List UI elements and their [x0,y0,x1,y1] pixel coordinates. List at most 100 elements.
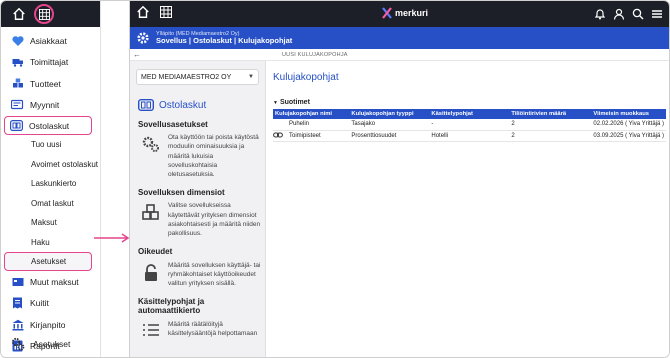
company-select-value: MED MEDIAMAESTRO2 OY [141,73,232,81]
heart-icon [11,34,24,47]
gear-icon [137,32,149,44]
block-description: Määritä räätälöityjä käsittelysääntöjä h… [168,320,258,337]
sidebar-nav: Asiakkaat Toimittajat Tuotteet Myynnit O… [1,30,100,357]
table-cell: 2 [509,119,592,131]
sidebar-item-muut-maksut[interactable]: Muut maksut [1,271,100,293]
company-select[interactable]: MED MEDIAMAESTRO2 OY ▼ [136,69,259,85]
new-template-link[interactable]: UUSI KULUJAKOPOHJA [282,52,348,58]
sidebar-subitem-avoimet-ostolaskut[interactable]: Avoimet ostolaskut [1,155,100,175]
sales-icon [11,99,24,112]
back-arrow-icon[interactable]: ← [130,50,144,59]
sidebar-item-myynnit[interactable]: Myynnit [1,95,100,117]
sidebar-item-label: Kirjanpito [30,319,66,330]
table-cell: Hotelli [429,130,510,142]
pointer-arrow [94,233,130,243]
sidebar-subitem-laskunkierto[interactable]: Laskunkierto [1,174,100,194]
main-window: merkuri Ylläpito (MED Mediamaestro2 Oy) … [129,1,669,357]
grid-icon[interactable] [160,5,172,23]
section-title: Ostolaskut [138,99,265,111]
sidebar-item-label: Toimittajat [30,57,69,68]
page-title: Kulujakopohjat [273,72,339,83]
sidebar-item-kuitit[interactable]: Kuitit [1,293,100,315]
sidebar-item-asiakkaat[interactable]: Asiakkaat [1,30,100,52]
sidebar-subitem-haku[interactable]: Haku [1,233,100,253]
column-header[interactable]: Kulujakopohjan nimi [273,109,350,119]
table-row[interactable]: Puhelin Tasajako - 2 02.02.2026 ( Yiva Y… [273,119,666,131]
truck-icon [11,56,24,69]
user-icon[interactable] [613,7,625,25]
sidebar-subitem-maksut[interactable]: Maksut [1,213,100,233]
home-icon[interactable] [136,5,150,24]
apps-grid-button[interactable] [34,4,54,24]
sidebar-item-tuotteet[interactable]: Tuotteet [1,73,100,95]
sidebar-subitem-asetukset[interactable]: Asetukset [4,252,92,271]
cubes-icon [138,201,164,221]
sidebar-item-label: Asiakkaat [30,35,67,46]
block-description: Valitse sovellukseissa käytettävät yrity… [168,202,261,238]
payments-icon [11,275,24,288]
templates-block[interactable]: Määritä räätälöityjä käsittelysääntöjä h… [138,320,265,340]
sidebar-item-kirjanpito[interactable]: Kirjanpito [1,314,100,336]
bell-icon[interactable] [594,7,606,25]
sidebar-item-label: Ostolaskut [29,120,70,131]
merkuri-logo-icon [382,7,392,19]
sidebar-item-ostolaskut[interactable]: Ostolaskut [4,116,92,135]
bank-icon [11,318,24,331]
content-area: Kulujakopohjat ▼ Suotimet Kulujakopohjan… [267,61,669,357]
top-bar: merkuri [130,1,669,27]
block-heading-sovellusasetukset[interactable]: Sovellusasetukset [138,120,265,129]
organization-label: Ylläpito (MED Mediamaestro2 Oy) [156,30,240,37]
sub-toolbar: ← UUSI KULUJAKOPOHJA [130,49,669,61]
invoice-icon [138,99,154,111]
sidebar-topbar [1,1,100,27]
filter-toggle[interactable]: ▼ Suotimet [273,99,669,106]
home-icon[interactable] [10,5,28,23]
table-row[interactable]: Toimipisteet Prosenttiosuudet Hotelli 2 … [273,130,666,142]
sidebar-subitem-omat-laskut[interactable]: Omat laskut [1,194,100,214]
sidebar-item-label: Myynnit [30,100,60,111]
gears-icon [138,133,164,153]
link-icon[interactable] [273,131,283,139]
settings-block[interactable]: Ota käyttöön tai poista käytöstä moduuli… [138,133,265,179]
sidebar-settings-item[interactable]: Asetukset [1,335,100,353]
row-icon-cell [273,130,287,142]
app-frame: Asiakkaat Toimittajat Tuotteet Myynnit O… [0,0,670,358]
search-icon[interactable] [632,7,644,25]
block-heading-oikeudet[interactable]: Oikeudet [138,247,265,256]
block-heading-dimensiot[interactable]: Sovelluksen dimensiot [138,188,265,197]
lock-icon [138,261,164,281]
gears-icon [11,337,25,351]
chevron-down-icon: ▼ [248,74,254,80]
block-description: Määritä sovelluksen käyttäjä- tai ryhmäk… [168,261,261,287]
column-header[interactable]: Käsittelypohjat [429,109,510,119]
table-cell: - [429,119,510,131]
templates-table: Kulujakopohjan nimi Kulujakopohjan tyypp… [273,109,666,142]
sidebar-item-label: Muut maksut [30,276,79,287]
left-sidebar: Asiakkaat Toimittajat Tuotteet Myynnit O… [1,1,101,357]
permissions-block[interactable]: Määritä sovelluksen käyttäjä- tai ryhmäk… [138,261,265,289]
settings-panel: MED MEDIAMAESTRO2 OY ▼ Ostolaskut Sovell… [130,61,266,357]
block-heading-kasittelypohjat[interactable]: Käsittelypohjat ja automaattikierto [138,297,265,315]
row-icon-cell [273,119,287,131]
menu-icon[interactable] [651,7,663,25]
block-description: Ota käyttöön tai poista käytöstä moduuli… [168,134,259,179]
dimensions-block[interactable]: Valitse sovellukseissa käytettävät yrity… [138,201,265,238]
column-header[interactable]: Tiliöintirivien määrä [509,109,592,119]
sidebar-settings-label: Asetukset [33,339,71,349]
brand-name: merkuri [395,8,429,18]
grid-icon [38,8,50,20]
table-cell: Tasajako [349,119,430,131]
sidebar-item-toimittajat[interactable]: Toimittajat [1,52,100,74]
caret-down-icon: ▼ [273,99,278,106]
sidebar-item-label: Kuitit [30,298,49,309]
column-header[interactable]: Viimeisin muokkaus [591,109,666,119]
table-cell: Toimipisteet [287,130,350,142]
breadcrumb: Sovellus | Ostolaskut | Kulujakopohjat [156,35,293,45]
column-header[interactable]: Kulujakopohjan tyyppi [349,109,430,119]
sidebar-subitem-tuo-uusi[interactable]: Tuo uusi [1,135,100,155]
table-cell: Puhelin [287,119,350,131]
invoice-icon [10,119,23,132]
table-cell: 2 [509,130,592,142]
table-cell: Prosenttiosuudet [349,130,430,142]
app-header: Ylläpito (MED Mediamaestro2 Oy) Sovellus… [130,27,669,49]
